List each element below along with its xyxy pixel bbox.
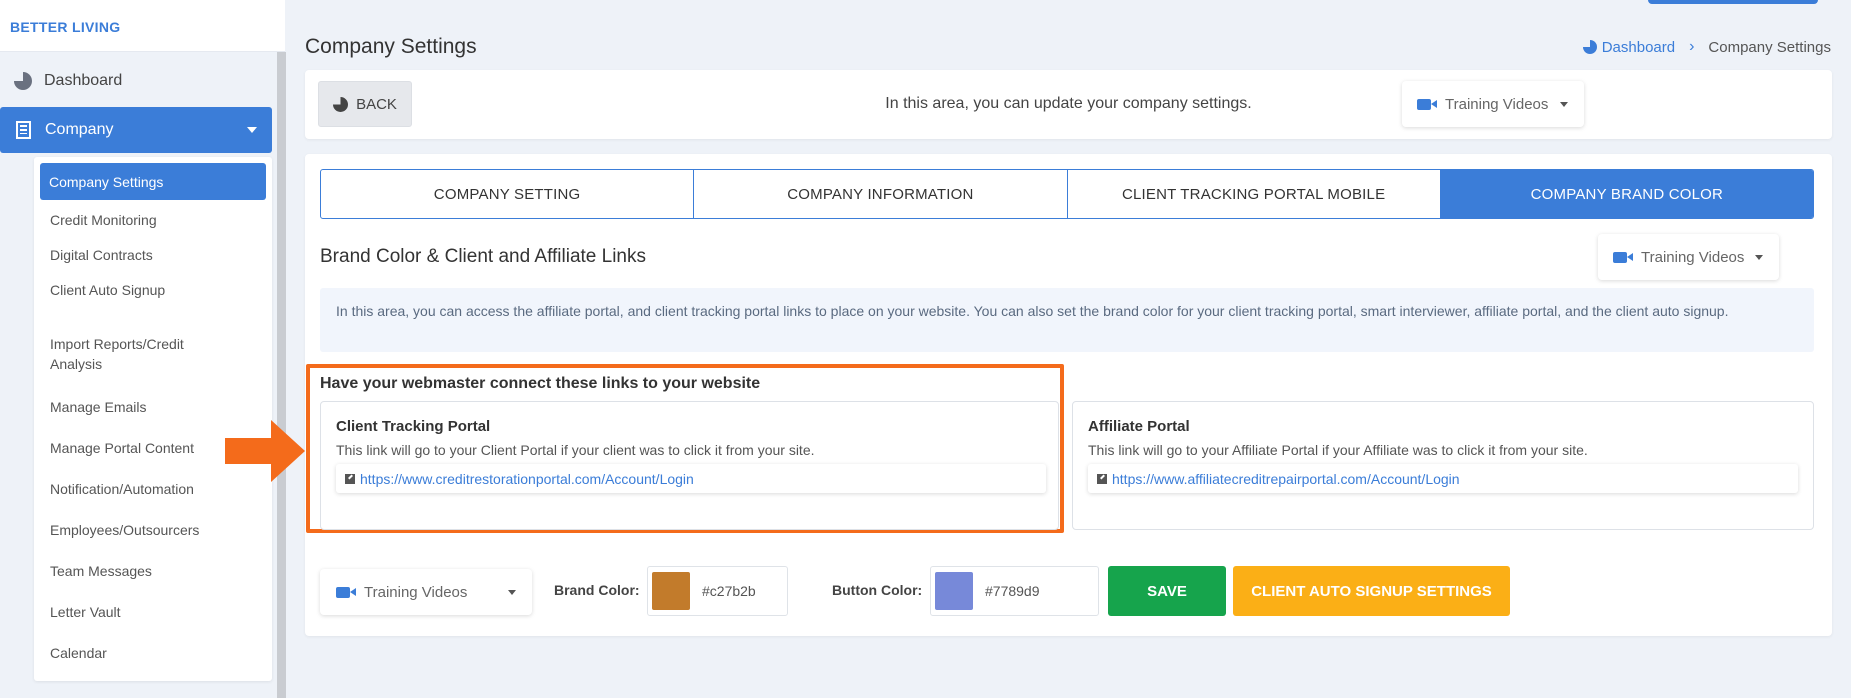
chevron-right-icon: › — [1689, 38, 1695, 55]
brand-color-swatch[interactable] — [652, 572, 690, 610]
sidebar-scrollbar[interactable] — [277, 52, 286, 698]
button-color-label: Button Color: — [832, 582, 923, 598]
brand-logo-text[interactable]: BETTER LIVING — [10, 19, 120, 35]
pie-chart-icon — [14, 72, 32, 90]
sidebar-item-dashboard[interactable]: Dashboard — [0, 60, 272, 102]
card-description: This link will go to your Client Portal … — [336, 442, 815, 458]
section-title: Brand Color & Client and Affiliate Links — [320, 246, 646, 267]
arrow-right-icon — [225, 420, 305, 482]
breadcrumb-dashboard-link[interactable]: Dashboard — [1582, 38, 1676, 56]
chevron-down-icon — [1755, 255, 1763, 260]
training-videos-label: Training Videos — [1445, 95, 1549, 113]
tab-company-setting[interactable]: COMPANY SETTING — [321, 170, 695, 218]
card-description: This link will go to your Affiliate Port… — [1088, 442, 1588, 458]
info-alert: In this area, you can access the affilia… — [320, 288, 1814, 352]
page-title: Company Settings — [305, 35, 477, 58]
sidebar: BETTER LIVING Dashboard Company Company … — [0, 0, 286, 698]
pie-chart-icon — [1582, 40, 1597, 54]
submenu-company-settings[interactable]: Company Settings — [40, 163, 266, 200]
sidebar-item-label: Company — [45, 121, 114, 138]
client-portal-link[interactable]: https://www.creditrestorationportal.com/… — [336, 464, 1046, 493]
sidebar-item-company[interactable]: Company — [0, 107, 272, 153]
breadcrumb-home-label: Dashboard — [1601, 38, 1676, 56]
tab-client-tracking-portal-mobile[interactable]: CLIENT TRACKING PORTAL MOBILE — [1068, 170, 1441, 218]
video-camera-icon — [1417, 98, 1437, 110]
submenu-team-messages[interactable]: Team Messages — [34, 561, 272, 581]
button-color-swatch[interactable] — [935, 572, 973, 610]
button-color-value[interactable]: #7789d9 — [985, 583, 1040, 599]
card-title: Client Tracking Portal — [336, 418, 491, 435]
links-heading: Have your webmaster connect these links … — [320, 375, 761, 392]
top-info-message: In this area, you can update your compan… — [885, 95, 1252, 112]
breadcrumb-current: Company Settings — [1708, 38, 1831, 56]
tab-company-information[interactable]: COMPANY INFORMATION — [694, 170, 1068, 218]
submenu-letter-vault[interactable]: Letter Vault — [34, 602, 272, 622]
card-title: Affiliate Portal — [1088, 418, 1190, 435]
chevron-down-icon — [1560, 102, 1568, 107]
external-link-icon — [345, 473, 355, 484]
top-info-bar: BACK In this area, you can update your c… — [305, 70, 1832, 139]
video-camera-icon — [336, 586, 356, 598]
external-link-icon — [1097, 473, 1107, 484]
top-action-button-edge[interactable] — [1648, 0, 1818, 4]
company-submenu: Company Settings Credit Monitoring Digit… — [34, 157, 272, 681]
training-videos-label: Training Videos — [1641, 248, 1745, 266]
chevron-down-icon — [508, 590, 516, 595]
save-button[interactable]: SAVE — [1108, 566, 1226, 616]
brand-header: BETTER LIVING — [0, 0, 285, 52]
training-videos-dropdown-top[interactable]: Training Videos — [1402, 81, 1584, 127]
chevron-down-icon — [247, 127, 257, 133]
submenu-notification-automation[interactable]: Notification/Automation — [34, 479, 272, 499]
submenu-calendar[interactable]: Calendar — [34, 643, 272, 663]
submenu-client-auto-signup[interactable]: Client Auto Signup — [34, 280, 272, 300]
affiliate-portal-link[interactable]: https://www.affiliatecreditrepairportal.… — [1088, 464, 1798, 493]
training-videos-dropdown-bottom[interactable]: Training Videos — [320, 569, 532, 615]
brand-color-panel: COMPANY SETTING COMPANY INFORMATION CLIE… — [305, 154, 1832, 636]
tab-company-brand-color[interactable]: COMPANY BRAND COLOR — [1440, 170, 1813, 218]
training-videos-label: Training Videos — [364, 583, 468, 601]
affiliate-portal-card: Affiliate Portal This link will go to yo… — [1072, 401, 1814, 530]
building-icon — [16, 121, 31, 139]
video-camera-icon — [1613, 251, 1633, 263]
submenu-employees-outsourcers[interactable]: Employees/Outsourcers — [34, 520, 272, 540]
brand-color-value[interactable]: #c27b2b — [702, 583, 756, 599]
submenu-import-reports[interactable]: Import Reports/Credit Analysis — [34, 334, 234, 374]
affiliate-portal-url[interactable]: https://www.affiliatecreditrepairportal.… — [1112, 471, 1460, 487]
breadcrumb: Dashboard › Company Settings — [1582, 38, 1831, 56]
brand-color-label: Brand Color: — [554, 582, 640, 598]
brand-color-input[interactable]: #c27b2b — [647, 566, 788, 616]
submenu-credit-monitoring[interactable]: Credit Monitoring — [34, 210, 272, 230]
client-auto-signup-settings-button[interactable]: CLIENT AUTO SIGNUP SETTINGS — [1233, 566, 1510, 616]
settings-tabs: COMPANY SETTING COMPANY INFORMATION CLIE… — [320, 169, 1814, 219]
button-color-input[interactable]: #7789d9 — [930, 566, 1099, 616]
client-portal-url[interactable]: https://www.creditrestorationportal.com/… — [360, 471, 694, 487]
submenu-manage-emails[interactable]: Manage Emails — [34, 397, 272, 417]
sidebar-item-label: Dashboard — [44, 72, 123, 89]
training-videos-dropdown-section[interactable]: Training Videos — [1598, 234, 1779, 280]
client-tracking-portal-card: Client Tracking Portal This link will go… — [320, 401, 1059, 530]
submenu-digital-contracts[interactable]: Digital Contracts — [34, 245, 272, 265]
